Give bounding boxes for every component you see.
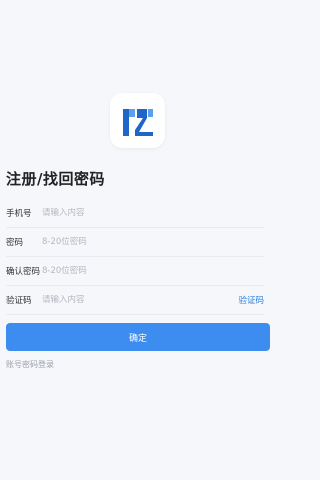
confirm-password-label: 确认密码 (6, 267, 41, 277)
verification-code-input[interactable] (42, 295, 239, 305)
phone-row: 手机号 (6, 199, 264, 228)
confirm-password-row: 确认密码 (6, 257, 264, 286)
page-title: 注册/找回密码 (6, 170, 105, 188)
verification-code-row: 验证码 验证码 (6, 286, 264, 315)
app-logo (110, 93, 165, 148)
password-row: 密码 (6, 228, 264, 257)
confirm-button[interactable]: 确定 (6, 323, 270, 351)
confirm-password-input[interactable] (42, 266, 264, 276)
register-form: 手机号 密码 确认密码 验证码 验证码 (6, 199, 264, 315)
verification-code-label: 验证码 (6, 296, 32, 306)
phone-input[interactable] (42, 208, 264, 218)
app-logo-icon (122, 108, 153, 136)
phone-label: 手机号 (6, 209, 32, 219)
password-login-link[interactable]: 账号密码登录 (6, 359, 54, 370)
password-input[interactable] (42, 237, 264, 247)
send-code-button[interactable]: 验证码 (238, 294, 264, 306)
password-label: 密码 (6, 238, 24, 248)
